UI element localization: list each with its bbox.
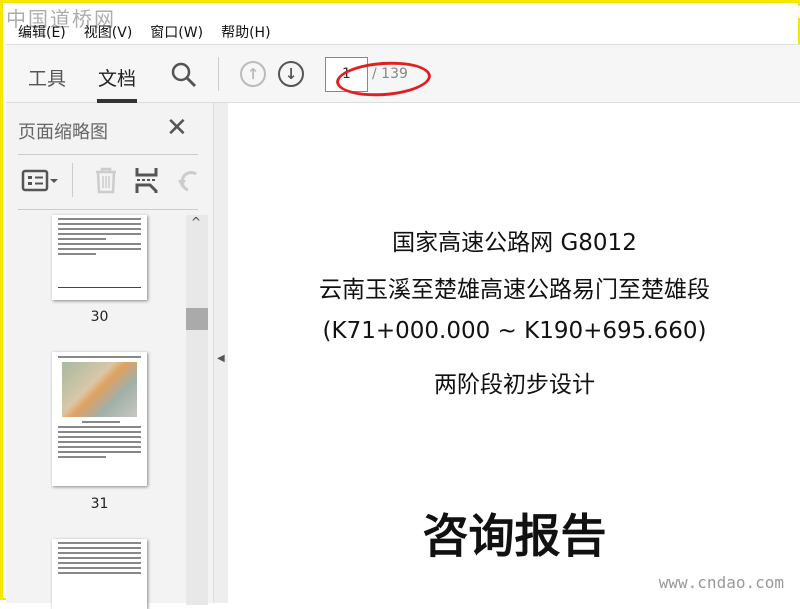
divider	[18, 154, 198, 155]
watermark-url: www.cndao.com	[658, 573, 784, 592]
next-page-icon[interactable]: ↓	[278, 61, 304, 87]
menu-window[interactable]: 窗口(W)	[150, 22, 203, 42]
divider	[218, 57, 219, 91]
scroll-up-icon[interactable]: ^	[191, 215, 201, 229]
scrollbar-thumb[interactable]	[186, 308, 208, 330]
document-page: 国家高速公路网 G8012 云南玉溪至楚雄高速公路易门至楚雄段 (K71+000…	[228, 103, 800, 601]
thumbnail-label: 30	[90, 309, 109, 325]
thumbnails-panel: 页面缩略图 ✕ 30 31 ^	[6, 103, 213, 609]
menu-bar: 编辑(E) 视图(V) 窗口(W) 帮助(H)	[6, 19, 800, 45]
report-title: 咨询报告	[422, 509, 607, 563]
doc-line: (K71+000.000 ~ K190+695.660)	[322, 318, 707, 344]
page-thumbnail-30[interactable]	[52, 215, 147, 300]
panel-splitter[interactable]: ◀	[213, 103, 228, 603]
rotate-icon[interactable]	[176, 166, 200, 194]
search-icon[interactable]	[170, 61, 198, 89]
doc-line: 国家高速公路网 G8012	[392, 230, 637, 256]
menu-edit[interactable]: 编辑(E)	[18, 22, 66, 42]
page-thumbnail-31[interactable]	[52, 352, 147, 486]
tab-tools[interactable]: 工具	[28, 64, 66, 91]
prev-page-icon[interactable]: ↑	[240, 61, 266, 87]
title-bar	[6, 6, 800, 18]
thumbnail-label: 31	[90, 496, 109, 512]
close-icon[interactable]: ✕	[166, 113, 188, 143]
divider	[18, 209, 198, 210]
toolbar: 工具 文档 ↑ ↓ 1 / 139	[6, 45, 800, 103]
panel-title: 页面缩略图	[18, 122, 108, 143]
thumbnail-options-icon[interactable]	[21, 168, 61, 194]
tab-document[interactable]: 文档	[98, 64, 136, 91]
doc-line: 云南玉溪至楚雄高速公路易门至楚雄段	[319, 277, 710, 303]
menu-view[interactable]: 视图(V)	[84, 22, 133, 42]
page-thumbnail-32[interactable]	[52, 539, 147, 609]
doc-line: 两阶段初步设计	[434, 372, 595, 398]
insert-page-icon[interactable]	[134, 166, 160, 194]
scrollbar[interactable]	[186, 215, 208, 605]
divider	[72, 163, 73, 197]
collapse-panel-icon[interactable]: ◀	[217, 353, 225, 364]
delete-icon[interactable]	[93, 166, 119, 194]
menu-help[interactable]: 帮助(H)	[221, 22, 270, 42]
